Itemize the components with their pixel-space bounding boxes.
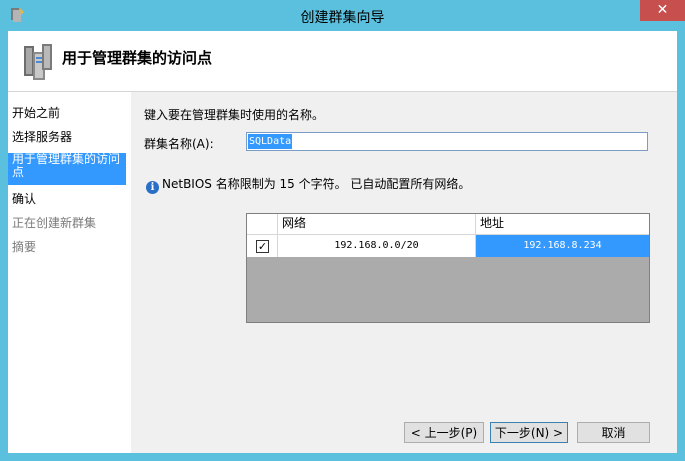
step-confirmation[interactable]: 确认	[12, 193, 125, 206]
window-title: 创建群集向导	[300, 10, 385, 26]
cluster-name-value: SQLData	[248, 134, 293, 149]
network-cell: 192.168.0.0/20	[278, 235, 476, 257]
row-checkbox-cell: ✓	[247, 235, 278, 257]
wizard-steps: 开始之前 选择服务器 用于管理群集的访问点 确认 正在创建新群集 摘要	[8, 92, 131, 453]
step-before-you-begin[interactable]: 开始之前	[12, 107, 125, 120]
close-button[interactable]: ✕	[640, 0, 685, 21]
network-checkbox[interactable]: ✓	[256, 240, 269, 253]
step-access-point[interactable]: 用于管理群集的访问点	[8, 153, 126, 185]
checkbox-column-header	[247, 214, 278, 234]
cluster-name-label: 群集名称(A):	[144, 137, 214, 151]
info-text: NetBIOS 名称限制为 15 个字符。 已自动配置所有网络。	[162, 177, 471, 191]
next-button[interactable]: 下一步(N) >	[490, 422, 568, 443]
table-row: ✓ 192.168.0.0/20 192.168.8.234	[247, 235, 649, 257]
title-bar: 创建群集向导 ✕	[0, 0, 685, 31]
network-column-header: 网络	[278, 214, 476, 234]
back-button[interactable]: < 上一步(P)	[404, 422, 484, 443]
grid-header: 网络 地址	[247, 214, 649, 235]
address-cell[interactable]: 192.168.8.234	[476, 235, 649, 257]
instruction-text: 键入要在管理群集时使用的名称。	[144, 108, 325, 122]
wizard-header: 用于管理群集的访问点	[8, 31, 677, 92]
step-creating-cluster: 正在创建新群集	[12, 216, 97, 230]
address-column-header: 地址	[480, 216, 505, 230]
info-message: i NetBIOS 名称限制为 15 个字符。 已自动配置所有网络。	[146, 175, 470, 194]
page-title: 用于管理群集的访问点	[62, 49, 213, 67]
cluster-name-input[interactable]: SQLData	[246, 132, 648, 151]
info-icon: i	[146, 181, 159, 194]
network-grid: 网络 地址 ✓ 192.168.0.0/20 192.168.8.234	[246, 213, 650, 323]
cancel-button[interactable]: 取消	[577, 422, 650, 443]
step-summary: 摘要	[12, 240, 37, 254]
cluster-servers-icon	[24, 44, 52, 80]
step-select-servers[interactable]: 选择服务器	[12, 131, 125, 144]
wizard-content: 键入要在管理群集时使用的名称。 群集名称(A): SQLData i NetBIO…	[132, 92, 677, 453]
wizard-window: 用于管理群集的访问点 开始之前 选择服务器 用于管理群集的访问点 确认 正在创建…	[8, 31, 677, 453]
